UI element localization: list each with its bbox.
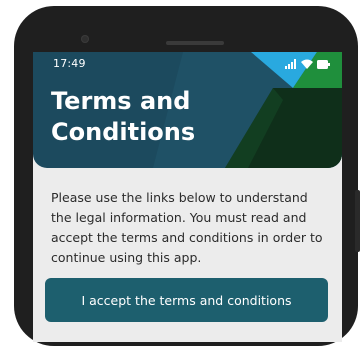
battery-icon [317,59,330,69]
intro-text: Please use the links below to understand… [51,190,323,265]
front-camera [81,35,89,43]
accept-terms-button[interactable]: I accept the terms and conditions [45,278,328,322]
page-title: Terms and Conditions [51,87,196,146]
header: 17:49 Terms and Conditions [33,52,342,168]
signal-icon [285,59,296,69]
status-icons [285,58,330,70]
status-bar: 17:49 [33,52,342,74]
app-screen: 17:49 Terms and Conditions Please use th… [33,52,342,342]
phone-side-button [355,190,360,252]
status-time: 17:49 [53,57,86,70]
wifi-icon [301,59,313,69]
earpiece-speaker [166,41,224,45]
